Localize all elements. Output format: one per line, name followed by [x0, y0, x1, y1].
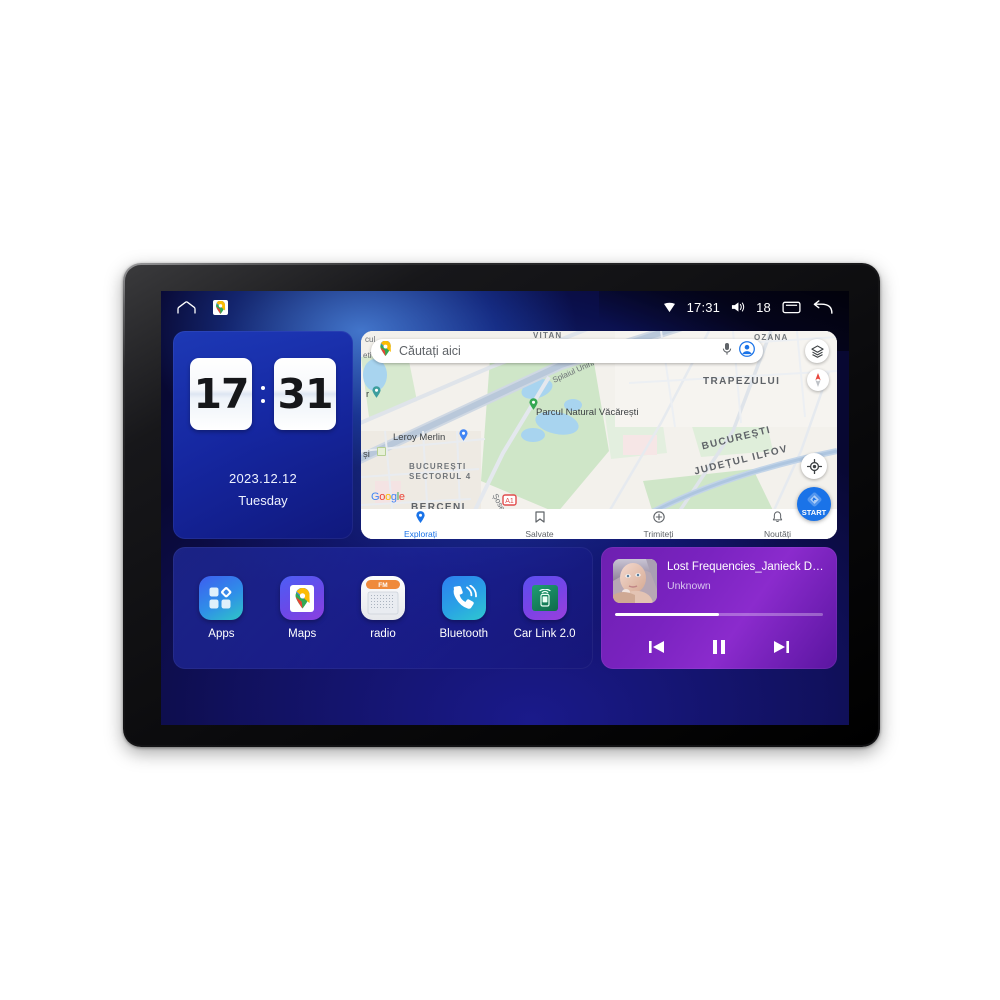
start-button-label: START: [801, 507, 827, 517]
clock-hours: 17: [190, 358, 252, 430]
google-maps-icon[interactable]: [213, 299, 228, 315]
clock-date: 2023.12.12: [228, 471, 298, 486]
music-track-title: Lost Frequencies_Janieck Devy-...: [667, 561, 827, 573]
music-progress-fill: [615, 613, 719, 616]
map-widget[interactable]: A1 OZANA VITAN TRAPEZULUI BUCUREȘTI JUDEȚUL …: [361, 331, 837, 539]
clock-colon: [252, 385, 274, 403]
map-nav-label: Explorați: [403, 528, 438, 539]
explore-pin-icon: [415, 510, 426, 528]
contribute-icon: [652, 510, 665, 528]
poi-icon-shop: [377, 447, 386, 456]
start-navigation-button[interactable]: START: [797, 487, 831, 521]
music-progress-bar[interactable]: [615, 613, 823, 616]
app-label: Maps: [288, 628, 317, 640]
music-player-widget[interactable]: Lost Frequencies_Janieck Devy-... Unknow…: [601, 547, 837, 669]
volume-icon: [731, 301, 745, 313]
app-radio[interactable]: FM radio: [346, 576, 420, 640]
svg-text:FM: FM: [378, 582, 387, 589]
app-car-link-2-0[interactable]: Car Link 2.0: [508, 576, 582, 640]
apps-dock: Apps Maps FM radio Bluetooth Car Link 2.0: [173, 547, 593, 669]
wifi-icon: [663, 302, 676, 313]
back-icon[interactable]: [812, 299, 833, 315]
microphone-icon[interactable]: [722, 342, 732, 361]
google-maps-icon: [379, 340, 392, 361]
app-maps[interactable]: Maps: [265, 576, 339, 640]
apps-grid-icon[interactable]: [199, 576, 244, 620]
map-canvas[interactable]: A1 OZANA VITAN TRAPEZULUI BUCUREȘTI JUDEȚUL …: [361, 331, 837, 539]
music-controls: [601, 627, 837, 667]
map-nav-label: Noutăți: [764, 528, 791, 539]
map-nav-label: Trimiteți: [643, 528, 674, 539]
car-head-unit-device: 17:31 18 17 31 2023.12.12 Tuesday A1 OZA…: [123, 263, 880, 747]
fm-radio-icon[interactable]: FM: [360, 576, 405, 620]
compass-icon[interactable]: [807, 369, 829, 391]
map-search-bar[interactable]: Căutați aici: [371, 339, 763, 363]
app-label: radio: [370, 628, 396, 640]
google-logo: Google: [371, 491, 405, 503]
my-location-icon[interactable]: [801, 453, 827, 479]
bookmark-icon: [534, 510, 545, 528]
app-label: Bluetooth: [439, 628, 489, 640]
music-artist: Unknown: [667, 580, 711, 592]
app-label: Apps: [208, 628, 235, 640]
map-search-placeholder[interactable]: Căutați aici: [399, 344, 715, 358]
map-nav-label: Salvate: [525, 528, 554, 539]
map-bottom-nav[interactable]: Explorați Salvate Trimiteți Noutăți: [361, 509, 837, 539]
layers-icon[interactable]: [805, 339, 829, 363]
map-nav-explorați[interactable]: Explorați: [361, 510, 480, 539]
car-link-phone-icon[interactable]: [522, 576, 567, 620]
bluetooth-phone-icon[interactable]: [441, 576, 486, 620]
screenshot-root: 17:31 18 17 31 2023.12.12 Tuesday A1 OZA…: [0, 0, 1000, 1000]
bell-icon: [772, 510, 783, 528]
previous-track-icon[interactable]: [647, 637, 667, 657]
device-bezel: 17:31 18 17 31 2023.12.12 Tuesday A1 OZA…: [125, 265, 878, 745]
flip-clock: 17 31: [173, 358, 353, 430]
poi-pin-leroy: [459, 428, 468, 441]
volume-level: 18: [756, 299, 771, 315]
status-bar: 17:31 18: [161, 291, 849, 323]
poi-pin-left: [372, 385, 381, 398]
device-screen: 17:31 18 17 31 2023.12.12 Tuesday A1 OZA…: [161, 291, 849, 725]
pause-icon[interactable]: [710, 637, 728, 657]
app-label: Car Link 2.0: [513, 628, 576, 640]
status-time: 17:31: [686, 299, 721, 315]
poi-pin-parc: [529, 397, 538, 410]
map-nav-salvate[interactable]: Salvate: [480, 510, 599, 539]
map-nav-trimiteți[interactable]: Trimiteți: [599, 510, 718, 539]
next-track-icon[interactable]: [771, 637, 791, 657]
app-apps[interactable]: Apps: [184, 576, 258, 640]
account-avatar-icon[interactable]: [739, 340, 755, 362]
home-icon[interactable]: [177, 300, 196, 314]
recents-icon[interactable]: [782, 300, 801, 314]
clock-weekday: Tuesday: [238, 493, 288, 508]
clock-minutes: 31: [274, 358, 336, 430]
svg-text:A1: A1: [505, 498, 514, 505]
google-maps-icon[interactable]: [280, 576, 325, 620]
clock-widget[interactable]: 17 31 2023.12.12 Tuesday: [173, 331, 353, 539]
album-art: [613, 559, 657, 603]
app-bluetooth[interactable]: Bluetooth: [427, 576, 501, 640]
